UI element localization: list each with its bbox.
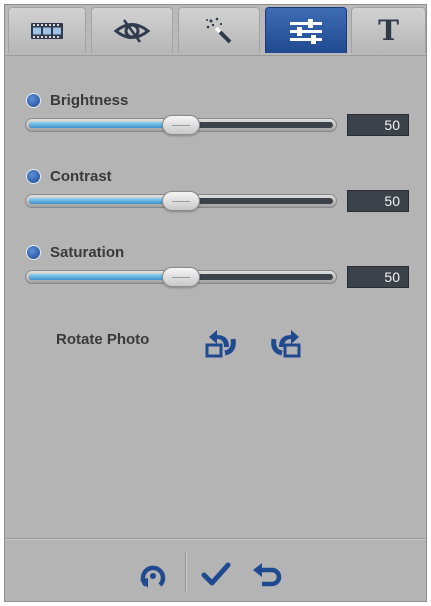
brightness-slider-thumb[interactable] xyxy=(162,115,200,135)
contrast-label: Contrast xyxy=(50,167,112,185)
contrast-bullet-icon xyxy=(27,169,40,183)
saturation-value[interactable]: 50 xyxy=(347,266,409,288)
magic-wand-icon xyxy=(206,17,232,43)
contrast-slider-fill xyxy=(29,198,181,204)
eye-icon xyxy=(113,18,151,43)
tab-adjust[interactable] xyxy=(265,7,347,53)
contrast-slider-thumb[interactable] xyxy=(162,191,200,211)
saturation-control: Saturation 50 xyxy=(5,243,426,313)
saturation-slider-thumb[interactable] xyxy=(162,267,200,287)
rotate-left-button[interactable] xyxy=(203,323,243,363)
filmstrip-icon xyxy=(31,22,63,39)
brightness-value[interactable]: 50 xyxy=(347,114,409,136)
rotate-right-icon xyxy=(271,330,301,358)
contrast-value[interactable]: 50 xyxy=(347,190,409,212)
reset-button[interactable] xyxy=(136,558,170,592)
rotate-right-button[interactable] xyxy=(265,323,305,363)
tab-auto-fix[interactable] xyxy=(178,7,260,53)
saturation-bullet-icon xyxy=(27,245,40,259)
brightness-slider-fill xyxy=(29,122,181,128)
brightness-control: Brightness 50 xyxy=(5,91,426,161)
reset-icon xyxy=(140,565,166,588)
tab-filmstrip[interactable] xyxy=(8,7,86,53)
checkmark-icon xyxy=(201,562,231,586)
apply-button[interactable] xyxy=(199,558,233,592)
adjust-panel: T Brightness 50 Contrast 50 Saturation 5… xyxy=(4,4,427,602)
contrast-control: Contrast 50 xyxy=(5,167,426,237)
brightness-label: Brightness xyxy=(50,91,129,109)
rotate-left-icon xyxy=(205,330,236,358)
text-t-icon: T xyxy=(378,14,399,47)
brightness-bullet-icon xyxy=(27,93,40,107)
tab-text[interactable]: T xyxy=(351,7,426,53)
tab-bar: T xyxy=(5,5,426,56)
tab-red-eye[interactable] xyxy=(91,7,173,53)
saturation-slider-fill xyxy=(29,274,181,280)
undo-icon xyxy=(253,563,282,587)
sliders-icon xyxy=(290,18,322,44)
undo-button[interactable] xyxy=(250,558,284,592)
saturation-label: Saturation xyxy=(50,243,125,261)
rotate-photo-label: Rotate Photo xyxy=(56,331,150,348)
